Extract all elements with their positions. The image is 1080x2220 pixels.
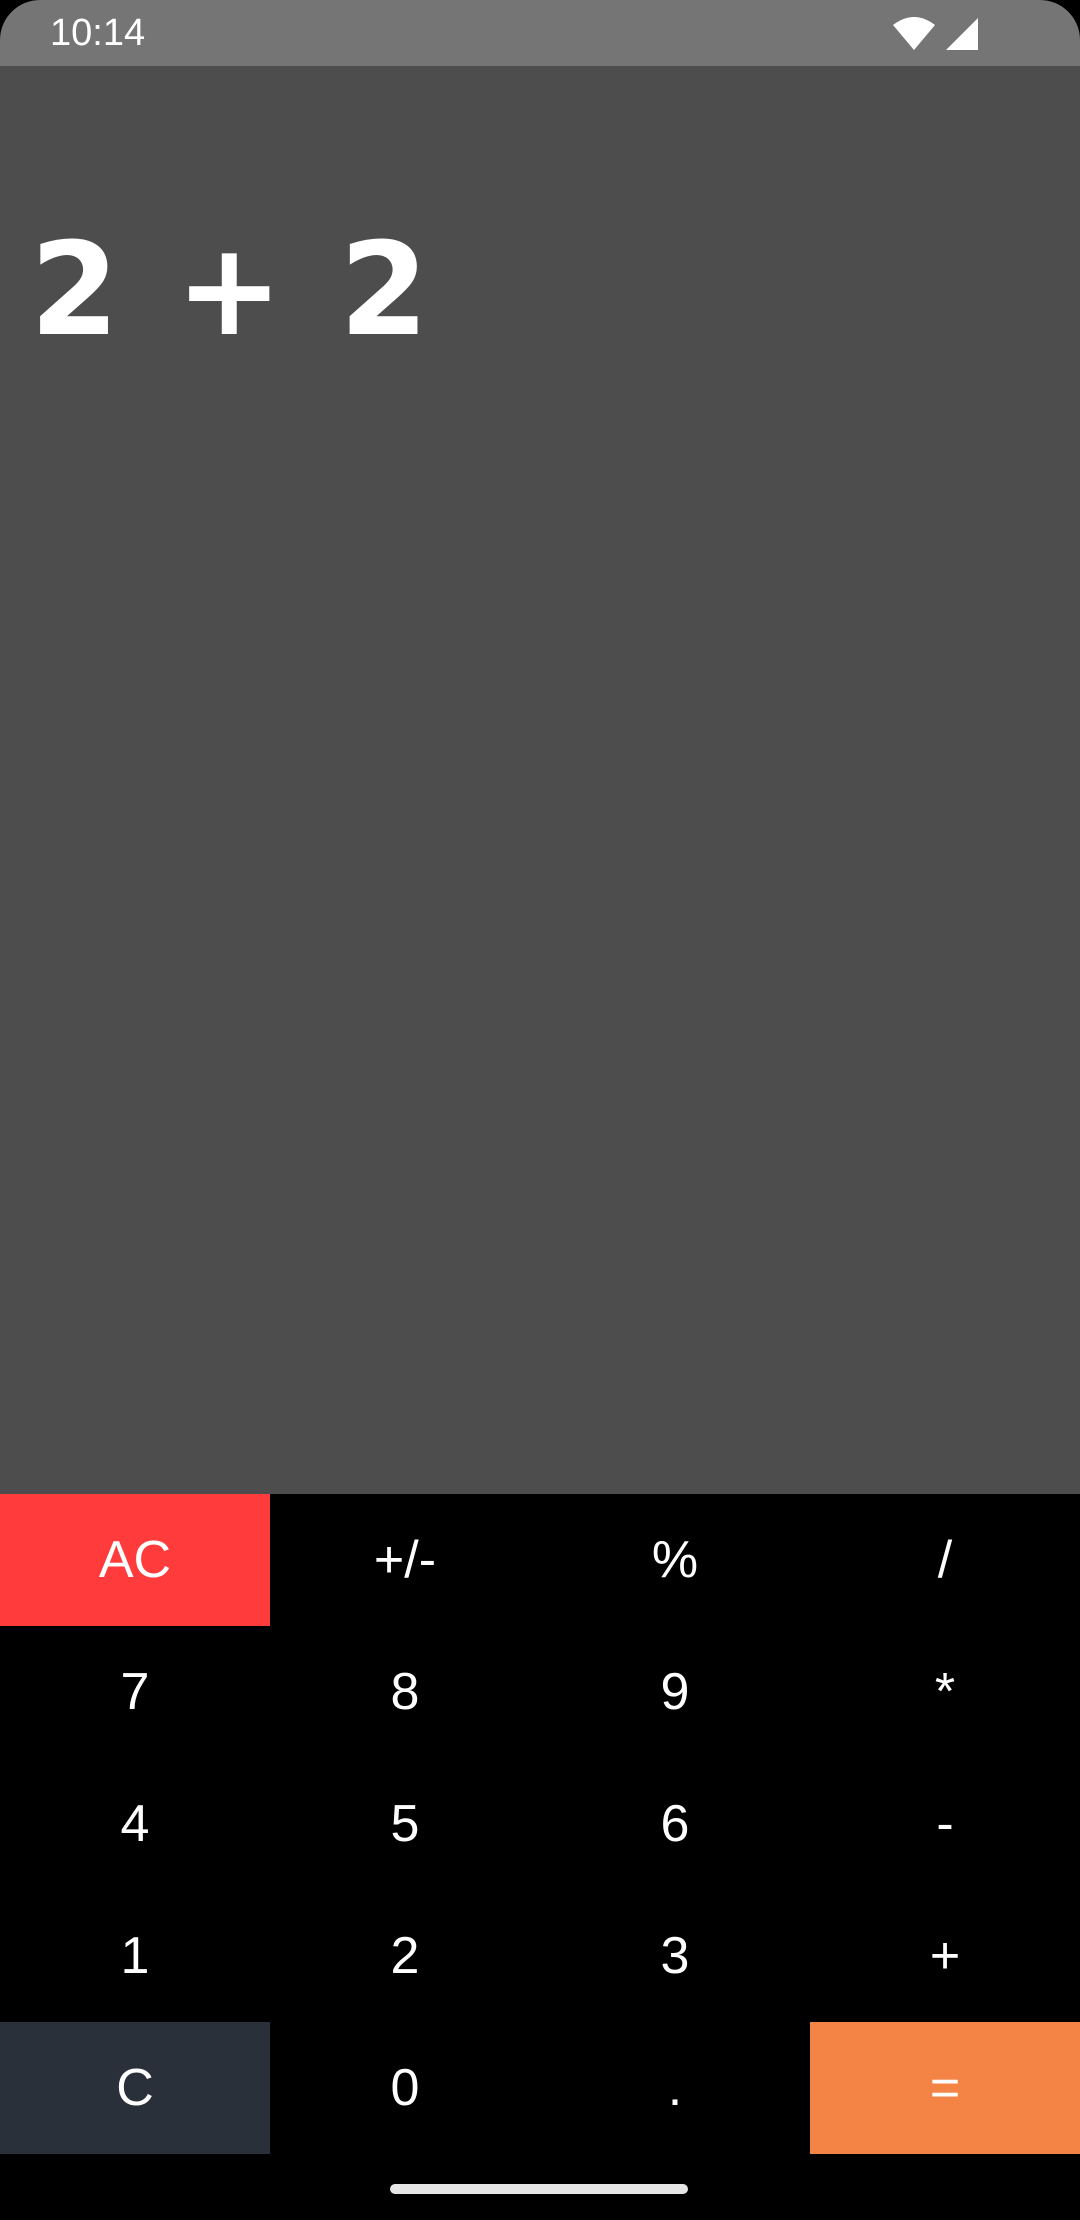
status-icons (892, 14, 980, 54)
digit-4-button[interactable]: 4 (0, 1758, 270, 1890)
all-clear-button[interactable]: AC (0, 1494, 270, 1626)
digit-8-button[interactable]: 8 (270, 1626, 540, 1758)
decimal-button[interactable]: . (540, 2022, 810, 2154)
subtract-button[interactable]: - (810, 1758, 1080, 1890)
add-button[interactable]: + (810, 1890, 1080, 2022)
equals-button[interactable]: = (810, 2022, 1080, 2154)
digit-3-button[interactable]: 3 (540, 1890, 810, 2022)
clear-button[interactable]: C (0, 2022, 270, 2154)
calculator-screen: 10:14 2 + 2 AC +/- % / 7 8 9 * 4 5 6 - 1… (0, 0, 1080, 2220)
digit-7-button[interactable]: 7 (0, 1626, 270, 1758)
status-time: 10:14 (50, 12, 146, 54)
divide-button[interactable]: / (810, 1494, 1080, 1626)
calculator-display: 2 + 2 (0, 66, 1080, 1494)
digit-9-button[interactable]: 9 (540, 1626, 810, 1758)
digit-0-button[interactable]: 0 (270, 2022, 540, 2154)
multiply-button[interactable]: * (810, 1626, 1080, 1758)
digit-6-button[interactable]: 6 (540, 1758, 810, 1890)
digit-1-button[interactable]: 1 (0, 1890, 270, 2022)
toggle-sign-button[interactable]: +/- (270, 1494, 540, 1626)
percent-button[interactable]: % (540, 1494, 810, 1626)
navigation-bar (0, 2154, 1080, 2220)
keypad: AC +/- % / 7 8 9 * 4 5 6 - 1 2 3 + C 0 .… (0, 1494, 1080, 2154)
wifi-icon (892, 17, 936, 51)
expression-text: 2 + 2 (30, 216, 435, 365)
signal-icon (944, 17, 980, 51)
digit-5-button[interactable]: 5 (270, 1758, 540, 1890)
status-bar: 10:14 (0, 0, 1080, 66)
digit-2-button[interactable]: 2 (270, 1890, 540, 2022)
home-indicator[interactable] (390, 2184, 688, 2194)
